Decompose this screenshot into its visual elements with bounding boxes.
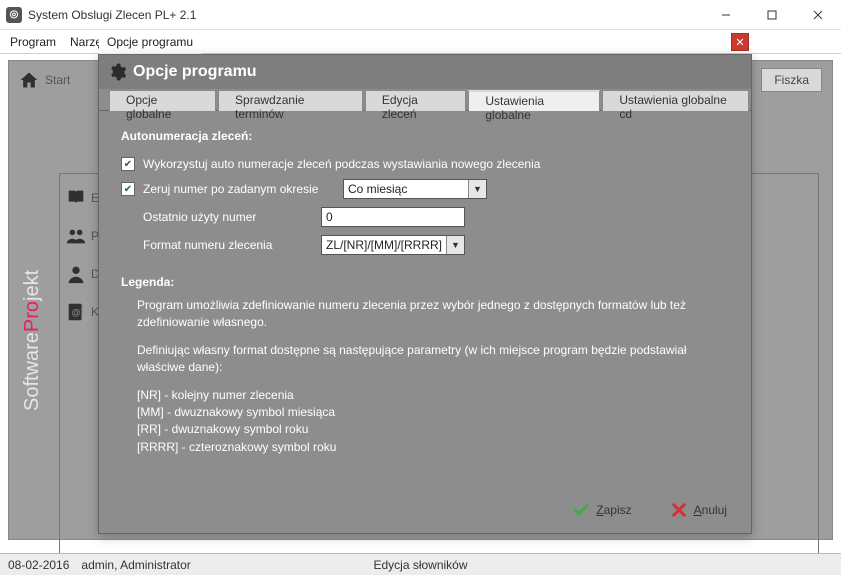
legend-p2: Definiując własny format dostępne są nas…	[137, 342, 729, 377]
status-center: Edycja słowników	[373, 558, 467, 572]
dialog-header: Opcje programu	[99, 55, 751, 89]
legend-mm: [MM] - dwuznakowy symbol miesiąca	[137, 404, 729, 421]
menubar: Program Narzę Opcje programu ✕	[0, 30, 841, 54]
select-format[interactable]: ZL/[NR]/[MM]/[RRRR] ▼	[321, 235, 465, 255]
chevron-down-icon: ▼	[446, 236, 464, 254]
dialog-title: Opcje programu	[133, 63, 257, 81]
select-period[interactable]: Co miesiąc ▼	[343, 179, 487, 199]
toolbar-start-label[interactable]: Start	[45, 73, 70, 87]
tab-sprawdzanie-terminow[interactable]: Sprawdzanie terminów	[218, 90, 363, 111]
row-last-used: Ostatnio użyty numer 0	[121, 207, 729, 227]
menu-program[interactable]: Program	[6, 33, 66, 51]
branding: SoftwareProjekt	[21, 270, 44, 411]
dialog-tabs: Opcje globalne Sprawdzanie terminów Edyc…	[99, 89, 751, 111]
dialog-body: Autonumeracja zleceń: Wykorzystuj auto n…	[99, 111, 751, 497]
tab-close-button[interactable]: ✕	[731, 33, 749, 51]
cancel-label-rest: nuluj	[702, 503, 727, 517]
label-auto-number: Wykorzystuj auto numeracje zleceń podcza…	[143, 157, 540, 171]
tab-opcje-globalne[interactable]: Opcje globalne	[109, 90, 216, 111]
chevron-down-icon: ▼	[468, 180, 486, 198]
checkbox-reset-period[interactable]	[121, 182, 135, 196]
status-date: 08-02-2016	[8, 558, 69, 572]
addressbook-icon: @	[65, 301, 87, 323]
save-label-rest: apisz	[604, 503, 632, 517]
label-format: Format numeru zlecenia	[143, 238, 321, 252]
titlebar: ◎ System Obslugi Zlecen PL+ 2.1	[0, 0, 841, 30]
options-dialog: Opcje programu Opcje globalne Sprawdzani…	[98, 54, 752, 534]
check-icon	[572, 501, 590, 519]
minimize-button[interactable]	[703, 0, 749, 30]
select-period-value: Co miesiąc	[348, 182, 407, 196]
label-reset-period: Zeruj numer po zadanym okresie	[143, 182, 343, 196]
cancel-button[interactable]: Anuluj	[664, 497, 733, 523]
app-icon: ◎	[6, 7, 22, 23]
section-autonumeracja: Autonumeracja zleceń:	[121, 129, 729, 143]
label-last-used: Ostatnio użyty numer	[143, 210, 321, 224]
input-last-used[interactable]: 0	[321, 207, 465, 227]
home-icon	[19, 70, 39, 90]
legend-rrrr: [RRRR] - czteroznakowy symbol roku	[137, 439, 729, 456]
fiszka-button[interactable]: Fiszka	[761, 68, 822, 92]
legend-rr: [RR] - dwuznakowy symbol roku	[137, 421, 729, 438]
person-icon	[65, 263, 87, 285]
select-format-value: ZL/[NR]/[MM]/[RRRR]	[326, 238, 442, 252]
close-button[interactable]	[795, 0, 841, 30]
maximize-button[interactable]	[749, 0, 795, 30]
breadcrumb: Opcje programu	[99, 30, 201, 54]
statusbar: 08-02-2016 admin, Administrator Edycja s…	[0, 553, 841, 575]
dialog-buttons: Zapisz Anuluj	[566, 497, 733, 523]
window-controls	[703, 0, 841, 30]
svg-text:@: @	[71, 308, 80, 318]
row-auto-number: Wykorzystuj auto numeracje zleceń podcza…	[121, 157, 729, 171]
legend-nr: [NR] - kolejny numer zlecenia	[137, 387, 729, 404]
books-icon	[65, 187, 87, 209]
people-icon	[65, 225, 87, 247]
row-reset-period: Zeruj numer po zadanym okresie Co miesią…	[121, 179, 729, 199]
tab-ustawienia-globalne-cd[interactable]: Ustawienia globalne cd	[602, 90, 749, 111]
cross-icon	[670, 501, 688, 519]
input-last-used-value: 0	[326, 210, 333, 224]
tab-edycja-zlecen[interactable]: Edycja zleceń	[365, 90, 467, 111]
checkbox-auto-number[interactable]	[121, 157, 135, 171]
save-button[interactable]: Zapisz	[566, 497, 637, 523]
gear-icon	[107, 62, 127, 82]
window-title: System Obslugi Zlecen PL+ 2.1	[28, 8, 196, 22]
row-format: Format numeru zlecenia ZL/[NR]/[MM]/[RRR…	[121, 235, 729, 255]
legend-p1: Program umożliwia zdefiniowanie numeru z…	[137, 297, 729, 332]
status-user: admin, Administrator	[81, 558, 190, 572]
legend-title: Legenda:	[121, 275, 729, 289]
legend-text: Program umożliwia zdefiniowanie numeru z…	[121, 297, 729, 456]
tab-ustawienia-globalne[interactable]: Ustawienia globalne	[468, 90, 600, 111]
